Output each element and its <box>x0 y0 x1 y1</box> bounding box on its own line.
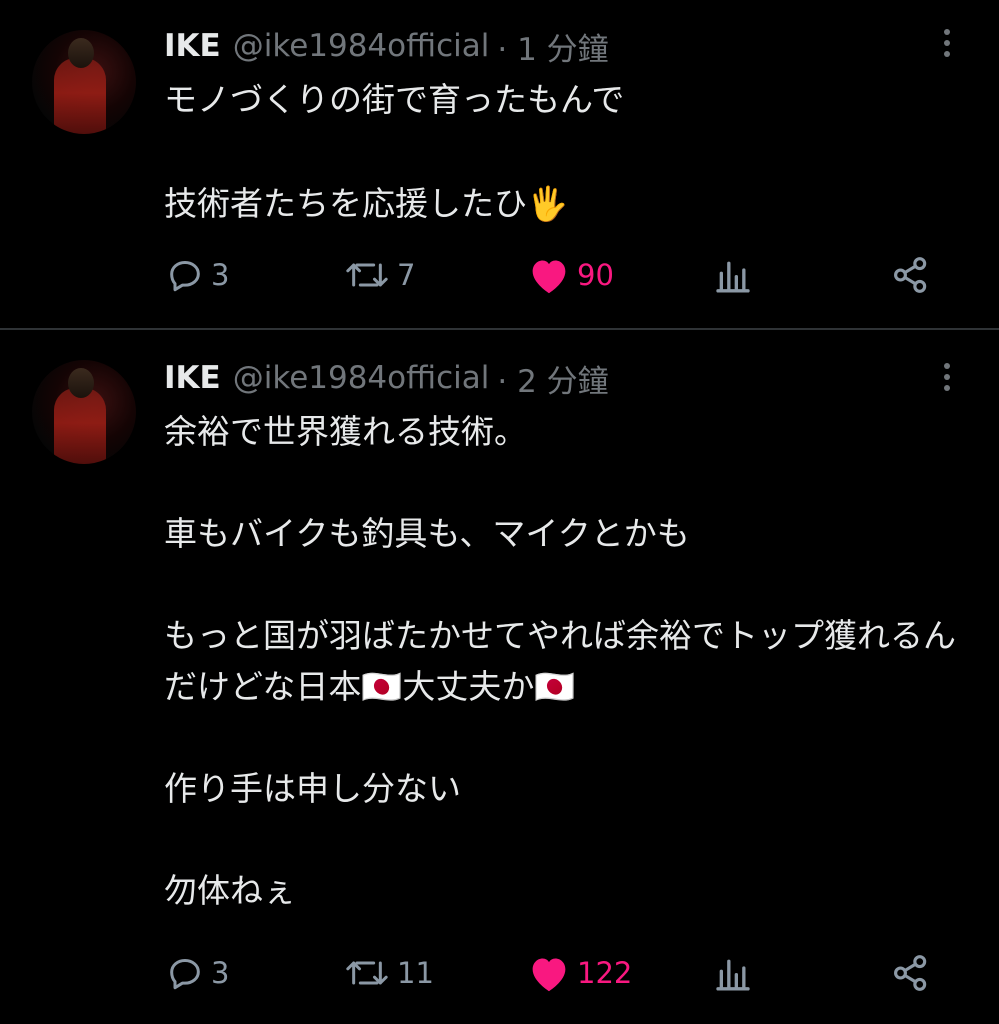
share-button[interactable] <box>890 250 932 300</box>
share-icon <box>894 257 927 293</box>
reply-icon <box>170 261 200 292</box>
more-icon[interactable] <box>930 26 964 60</box>
share-button[interactable] <box>890 948 932 998</box>
more-icon[interactable] <box>930 360 964 394</box>
author-name[interactable]: IKE <box>164 360 221 396</box>
retweet-button[interactable]: 7 <box>343 250 415 300</box>
retweet-count: 11 <box>397 956 434 990</box>
tweet[interactable]: IKE @ike1984official · 1 分鐘 モノづくりの街で育ったも… <box>0 0 999 328</box>
analytics-icon <box>716 261 750 293</box>
timestamp[interactable]: · 2 分鐘 <box>497 356 608 401</box>
analytics-button[interactable] <box>713 250 753 300</box>
avatar[interactable] <box>32 360 136 464</box>
tweet-header: IKE @ike1984official · 2 分鐘 <box>164 356 609 401</box>
retweet-icon <box>346 961 388 985</box>
author-name[interactable]: IKE <box>164 28 221 64</box>
retweet-button[interactable]: 11 <box>343 948 434 998</box>
avatar[interactable] <box>32 30 136 134</box>
heart-icon <box>532 260 566 294</box>
reply-icon <box>170 959 200 990</box>
reply-count: 3 <box>211 956 230 990</box>
analytics-button[interactable] <box>713 948 753 998</box>
like-count: 122 <box>577 956 633 990</box>
tweet-text: 余裕で世界獲れる技術。 車もバイクも釣具も、マイクとかも もっと国が羽ばたかせて… <box>164 412 956 910</box>
tweet-header: IKE @ike1984official · 1 分鐘 <box>164 24 609 69</box>
retweet-icon <box>346 263 388 287</box>
like-count: 90 <box>577 258 614 292</box>
author-handle[interactable]: @ike1984official <box>233 28 490 64</box>
author-handle[interactable]: @ike1984official <box>233 360 490 396</box>
analytics-icon <box>716 959 750 991</box>
action-bar: 3 7 90 <box>0 250 999 300</box>
like-button[interactable]: 90 <box>527 250 614 300</box>
tweet-text: モノづくりの街で育ったもんで 技術者たちを応援したひ🖐 <box>164 80 625 223</box>
share-icon <box>894 955 927 991</box>
heart-icon <box>532 958 566 992</box>
reply-count: 3 <box>211 258 230 292</box>
retweet-count: 7 <box>397 258 416 292</box>
reply-button[interactable]: 3 <box>165 250 229 300</box>
action-bar: 3 11 122 <box>0 948 999 998</box>
tweet[interactable]: IKE @ike1984official · 2 分鐘 余裕で世界獲れる技術。 … <box>0 330 999 1024</box>
timestamp[interactable]: · 1 分鐘 <box>497 24 608 69</box>
reply-button[interactable]: 3 <box>165 948 229 998</box>
like-button[interactable]: 122 <box>527 948 632 998</box>
